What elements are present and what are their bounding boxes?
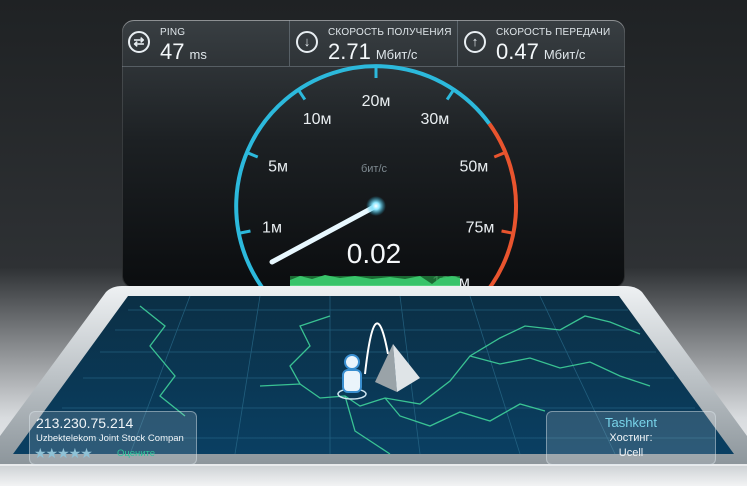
server-host-label: Хостинг: (609, 432, 653, 444)
gauge-tick-label: 75м (466, 220, 495, 237)
server-info-panel: Tashkent Хостинг: Ucell (546, 411, 716, 465)
gauge-arc-high (476, 122, 518, 300)
gauge-tick-mark (239, 229, 251, 235)
rating-stars[interactable]: ★★★★★ (34, 445, 93, 462)
gauge-tick-mark (493, 151, 505, 159)
gauge-tick-label: 30м (421, 111, 450, 128)
client-isp: Uzbektelekom Joint Stock Compan (36, 433, 184, 444)
gauge-tick-label: 50м (460, 158, 489, 175)
gauge-tick-mark (247, 151, 259, 159)
page-bottom-strip (0, 466, 747, 486)
gauge-current-value: 0.02 (347, 238, 402, 269)
gauge-tick-label: 5м (268, 158, 288, 175)
rate-isp-link[interactable]: Оцените (117, 448, 155, 459)
server-city: Tashkent (604, 415, 658, 430)
gauge-hub (366, 196, 386, 216)
gauge-tick-mark (445, 89, 455, 101)
client-info-panel: 213.230.75.214 Uzbektelekom Joint Stock … (29, 411, 197, 465)
speed-gauge: 01м5м10м20м30м50м75м100м бит/с 0.02 (234, 64, 518, 300)
gauge-tick-mark (297, 89, 307, 101)
client-ip: 213.230.75.214 (36, 415, 134, 431)
gauge-tick-label: 1м (262, 220, 282, 237)
gauge-tick-label: 20м (362, 93, 391, 110)
gauge-tick-mark (501, 229, 513, 235)
gauge-tick-label: 10м (303, 111, 332, 128)
gauge-unit-label: бит/с (361, 163, 388, 175)
server-host-name: Ucell (618, 447, 644, 459)
